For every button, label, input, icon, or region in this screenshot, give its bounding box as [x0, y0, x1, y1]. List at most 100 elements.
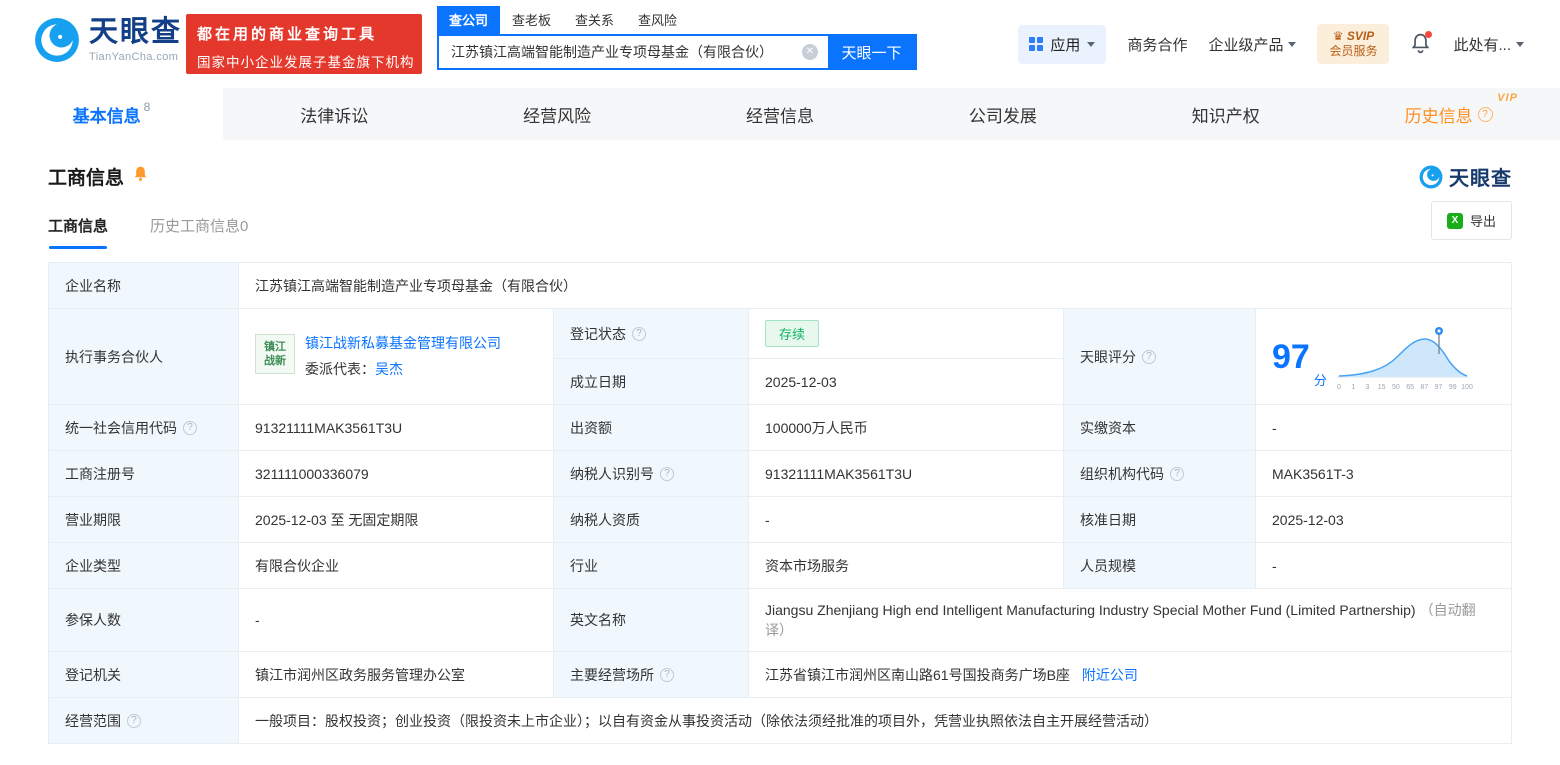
status-badge: 存续: [765, 320, 820, 347]
announcement-bell-icon[interactable]: [132, 165, 149, 189]
watermark-brand-name: 天眼查: [1449, 168, 1512, 190]
tab-intellectual-property[interactable]: 知识产权: [1114, 88, 1337, 140]
brand-domain: TianYanCha.com: [89, 50, 179, 63]
tab-business-info[interactable]: 经营信息: [669, 88, 892, 140]
chevron-down-icon: [1516, 41, 1524, 47]
field-approval-date-label: 核准日期: [1063, 496, 1256, 543]
tab-business-info-label: 经营信息: [746, 106, 814, 126]
promo-banner: 都在用的商业查询工具 国家中小企业发展子基金旗下机构: [186, 14, 422, 74]
excel-icon: X: [1446, 212, 1463, 229]
delegate-rep-label: 委派代表：: [305, 360, 375, 377]
field-registration-status-value: 存续: [748, 308, 1064, 359]
svg-text:97: 97: [1435, 384, 1443, 391]
nav-business-cooperation[interactable]: 商务合作: [1127, 34, 1187, 55]
field-taxpayer-qualification-value: -: [748, 496, 1064, 543]
field-business-term-value: 2025-12-03 至 无固定期限: [238, 496, 554, 543]
clear-search-icon[interactable]: ✕: [802, 44, 818, 60]
partner-company-logo: 镇江 战新: [255, 333, 295, 374]
field-registration-number-label: 工商注册号: [48, 450, 239, 497]
business-registration-table: 企业名称 江苏镇江高端智能制造产业专项母基金（有限合伙） 执行事务合伙人 镇江 …: [48, 262, 1512, 744]
field-staff-size-value: -: [1255, 542, 1512, 589]
svip-crown-icon: ♛ SVIP: [1332, 29, 1375, 43]
search-tab-boss[interactable]: 查老板: [500, 6, 563, 34]
field-english-name-value: Jiangsu Zhenjiang High end Intelligent M…: [748, 588, 1512, 652]
search-button[interactable]: 天眼一下: [828, 36, 915, 68]
user-account-menu[interactable]: 此处有...: [1453, 34, 1524, 55]
svip-membership-button[interactable]: ♛ SVIP 会员服务: [1317, 24, 1390, 64]
tab-intellectual-property-label: 知识产权: [1191, 106, 1260, 126]
table-row: 营业期限 2025-12-03 至 无固定期限 纳税人资质 - 核准日期 202…: [48, 496, 1512, 543]
help-icon[interactable]: ?: [183, 420, 197, 435]
field-business-scope-value: 一般项目：股权投资；创业投资（限投资未上市企业）；以自有资金从事投资活动（除依法…: [238, 697, 1512, 744]
tianyancha-logo[interactable]: 天眼查 TianYanCha.com: [34, 17, 182, 63]
help-icon[interactable]: ?: [632, 326, 646, 341]
field-industry-label: 行业: [553, 542, 749, 589]
help-icon[interactable]: ?: [127, 713, 141, 728]
vip-badge: VIP: [1497, 92, 1518, 104]
search-tabs: 查公司 查老板 查关系 查风险: [437, 6, 917, 34]
user-account-label: 此处有...: [1453, 36, 1511, 54]
export-label: 导出: [1469, 214, 1496, 229]
apps-menu[interactable]: 应用: [1018, 24, 1107, 64]
field-registration-authority-value: 镇江市润州区政务服务管理办公室: [238, 651, 554, 698]
search-tab-risk[interactable]: 查风险: [626, 6, 689, 34]
help-icon[interactable]: ?: [1142, 349, 1156, 364]
tab-company-development[interactable]: 公司发展: [891, 88, 1114, 140]
field-main-premises-value: 江苏省镇江市润州区南山路61号国投商务广场B座 附近公司: [748, 651, 1512, 698]
table-row: 参保人数 - 英文名称 Jiangsu Zhenjiang High end I…: [48, 588, 1512, 652]
premises-address-text: 江苏省镇江市润州区南山路61号国投商务广场B座: [765, 666, 1070, 683]
help-icon[interactable]: ?: [660, 466, 674, 481]
tab-basic-info[interactable]: 基本信息 8: [0, 88, 223, 140]
section-title: 工商信息: [48, 168, 125, 189]
notifications-bell-icon[interactable]: [1410, 31, 1433, 56]
tab-basic-info-count: 8: [143, 100, 151, 114]
search-tab-relation[interactable]: 查关系: [563, 6, 626, 34]
svg-text:50: 50: [1392, 384, 1400, 391]
score-unit: 分: [1313, 372, 1327, 388]
field-staff-size-label: 人员规模: [1063, 542, 1256, 589]
field-company-type-label: 企业类型: [48, 542, 239, 589]
subtab-business-info[interactable]: 工商信息: [48, 215, 108, 249]
field-paid-capital-label: 实缴资本: [1063, 404, 1256, 451]
svip-label: SVIP: [1346, 29, 1375, 43]
apps-grid-icon: [1029, 37, 1044, 51]
field-executive-partner-value: 镇江 战新 镇江战新私募基金管理有限公司 委派代表：吴杰: [238, 308, 554, 405]
field-capital-label: 出资额: [553, 404, 749, 451]
tab-legal-litigation-label: 法律诉讼: [300, 106, 369, 126]
partner-company-link[interactable]: 镇江战新私募基金管理有限公司: [305, 335, 501, 351]
company-page-tabs: 基本信息 8 法律诉讼 经营风险 经营信息 公司发展 知识产权 VIP 历史信息…: [0, 88, 1560, 140]
field-industry-value: 资本市场服务: [748, 542, 1064, 589]
nav-enterprise-products-label: 企业级产品: [1208, 36, 1284, 54]
field-company-name-value: 江苏镇江高端智能制造产业专项母基金（有限合伙）: [238, 262, 1512, 309]
delegate-rep-link[interactable]: 吴杰: [375, 361, 403, 377]
field-registration-status-label: 登记状态?: [553, 308, 749, 359]
field-credit-code-value: 91321111MAK3561T3U: [238, 404, 554, 451]
help-icon[interactable]: ?: [660, 667, 674, 682]
field-credit-code-label: 统一社会信用代码?: [48, 404, 239, 451]
apps-label: 应用: [1050, 36, 1081, 54]
search-tab-company[interactable]: 查公司: [437, 6, 501, 34]
tab-operating-risk[interactable]: 经营风险: [446, 88, 669, 140]
nav-enterprise-products[interactable]: 企业级产品: [1208, 34, 1297, 55]
nearby-companies-link[interactable]: 附近公司: [1082, 667, 1138, 683]
chevron-down-icon: [1087, 41, 1096, 47]
table-row: 经营范围? 一般项目：股权投资；创业投资（限投资未上市企业）；以自有资金从事投资…: [48, 697, 1512, 744]
field-org-code-value: MAK3561T-3: [1255, 450, 1512, 497]
search-box: ✕ 天眼一下: [437, 34, 917, 70]
search-input[interactable]: [439, 36, 828, 68]
field-tianyan-score-value: 97 分 0 1 3 15 50 65 87 97 99 100: [1255, 308, 1512, 405]
export-button[interactable]: X 导出: [1430, 201, 1512, 240]
chevron-down-icon: [1288, 41, 1297, 47]
search-area: 查公司 查老板 查关系 查风险 ✕ 天眼一下: [437, 6, 917, 70]
tab-operating-risk-label: 经营风险: [523, 106, 592, 126]
subtab-history-business-info[interactable]: 历史工商信息0: [150, 215, 248, 249]
field-company-name-label: 企业名称: [48, 262, 239, 309]
tab-history-info-label: 历史信息: [1404, 106, 1473, 126]
help-icon[interactable]: ?: [1477, 106, 1493, 122]
help-icon[interactable]: ?: [1170, 466, 1184, 481]
tab-history-info[interactable]: VIP 历史信息 ?: [1337, 88, 1560, 140]
field-main-premises-label: 主要经营场所?: [553, 651, 749, 698]
tab-legal-litigation[interactable]: 法律诉讼: [223, 88, 446, 140]
score-value[interactable]: 97: [1272, 340, 1310, 374]
score-curve: 0 1 3 15 50 65 87 97 99 100: [1336, 326, 1473, 391]
